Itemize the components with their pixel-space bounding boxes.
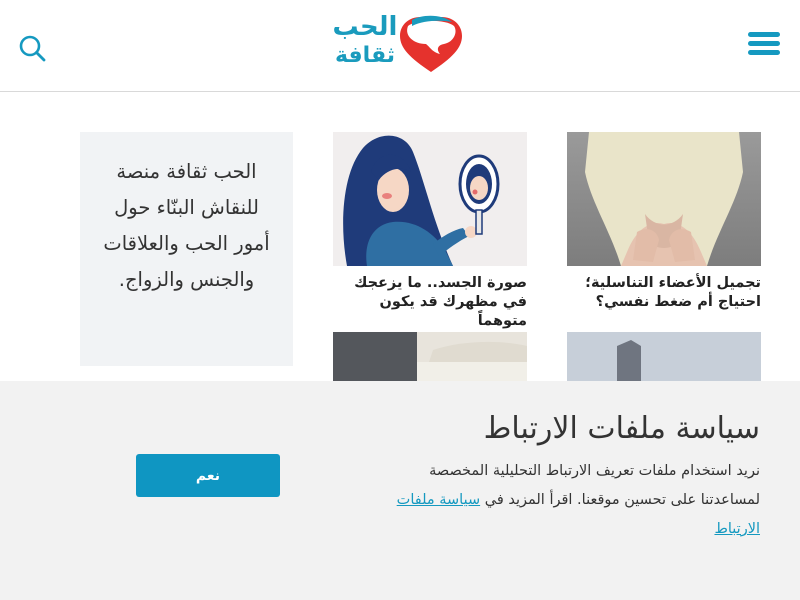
article-image[interactable] — [567, 332, 761, 381]
about-text: الحب ثقافة منصة للنقاش البنّاء حول أمور … — [103, 160, 270, 291]
site-header: الحب ثقافة — [0, 0, 800, 92]
heart-speech-bubble-icon — [400, 15, 462, 72]
cookie-title: سياسة ملفات الارتباط — [483, 411, 760, 446]
article-card[interactable] — [333, 332, 527, 381]
article-card[interactable]: صورة الجسد.. ما يزعجك في مظهرك قد يكون م… — [333, 132, 527, 329]
article-title[interactable]: صورة الجسد.. ما يزعجك في مظهرك قد يكون م… — [333, 274, 527, 331]
hamburger-menu-icon[interactable] — [748, 32, 782, 58]
search-icon[interactable] — [18, 34, 46, 62]
logo-line-1: الحب — [332, 12, 398, 42]
article-image[interactable] — [333, 332, 527, 381]
cookie-message: نريد استخدام ملفات تعريف الارتباط التحلي… — [380, 457, 760, 544]
article-card[interactable]: تجميل الأعضاء التناسلية؛ احتياج أم ضغط ن… — [567, 132, 761, 322]
logo-line-2: ثقافة — [334, 43, 396, 68]
article-image[interactable] — [567, 132, 761, 266]
cookie-banner: سياسة ملفات الارتباط نريد استخدام ملفات … — [0, 381, 800, 600]
about-panel: الحب ثقافة منصة للنقاش البنّاء حول أمور … — [80, 132, 293, 366]
site-logo[interactable]: الحب ثقافة — [332, 12, 466, 76]
article-card[interactable] — [567, 332, 761, 381]
article-title[interactable]: تجميل الأعضاء التناسلية؛ احتياج أم ضغط ن… — [567, 274, 761, 312]
article-image[interactable] — [333, 132, 527, 266]
accept-cookies-button[interactable]: نعم — [136, 454, 280, 497]
logo-wordmark: الحب ثقافة — [332, 12, 398, 76]
